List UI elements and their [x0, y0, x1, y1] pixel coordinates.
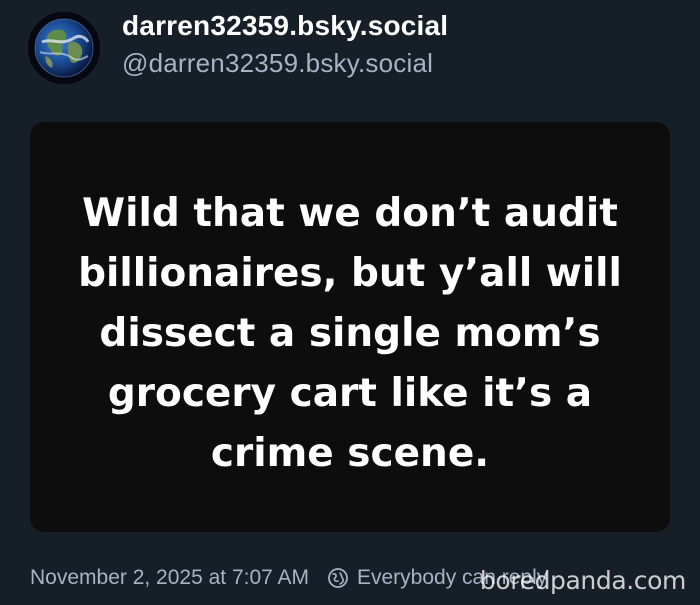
post-timestamp[interactable]: November 2, 2025 at 7:07 AM [30, 566, 309, 590]
post-image-line: Wild that we don’t audit [82, 191, 618, 236]
post-image-text: Wild that we don’t audit billionaires, b… [50, 184, 650, 484]
post-meta: November 2, 2025 at 7:07 AM Everybody ca… [30, 563, 547, 593]
author-handle[interactable]: @darren32359.bsky.social [122, 48, 448, 78]
globe-icon [327, 567, 349, 589]
post-image-line: billionaires, but y’all will [78, 251, 622, 296]
avatar[interactable] [28, 12, 100, 84]
post-image-line: crime scene. [210, 431, 490, 476]
post-image-line: dissect a single mom’s [99, 311, 601, 356]
post-image[interactable]: Wild that we don’t audit billionaires, b… [30, 122, 670, 532]
author-info: darren32359.bsky.social @darren32359.bsk… [122, 10, 448, 78]
watermark: boredpanda.com [479, 566, 687, 595]
earth-globe-icon [28, 12, 100, 84]
post-image-line: grocery cart like it’s a [107, 371, 593, 416]
post-thread-item: darren32359.bsky.social @darren32359.bsk… [0, 0, 700, 605]
author-display-name[interactable]: darren32359.bsky.social [122, 10, 448, 42]
